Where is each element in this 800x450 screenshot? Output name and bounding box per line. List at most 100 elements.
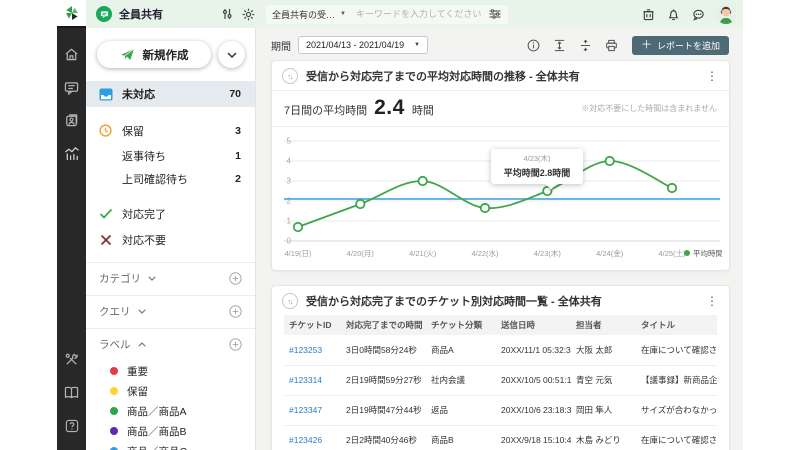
table-cell: 社内会議 [426, 365, 496, 395]
label-item[interactable]: 保留 [86, 381, 255, 401]
info-icon[interactable] [527, 38, 541, 52]
kebab-menu-icon[interactable]: ⋮ [705, 69, 719, 83]
pinwheel-logo-icon [64, 5, 80, 21]
new-ticket-controls: 新規作成 [86, 28, 255, 72]
ticket-id-link[interactable]: #123253 [284, 335, 341, 365]
svg-text:0: 0 [287, 237, 292, 246]
label-name: 重要 [127, 364, 148, 379]
kebab-menu-icon[interactable]: ⋮ [705, 294, 719, 308]
print-icon[interactable] [605, 38, 619, 52]
plus-icon: ＋ [641, 40, 652, 51]
search-input[interactable] [356, 9, 487, 19]
tooltip-date: 4/23(木) [495, 153, 579, 164]
app-window: 全員共有 全員共有の受… ▼ [57, 0, 743, 450]
label-item[interactable]: 商品／商品C [86, 441, 255, 450]
clock-icon [98, 124, 113, 137]
col-time-to-complete: 対応完了までの時間 [341, 315, 426, 335]
check-icon [98, 208, 113, 219]
summary-note: ※対応不要にした時間は含まれません [581, 103, 717, 114]
table-cell: 岡田 隼人 [571, 395, 636, 425]
status-label: 対応完了 [122, 206, 241, 222]
view-settings-icon[interactable] [219, 7, 234, 22]
tools-icon[interactable] [57, 343, 86, 376]
new-ticket-label: 新規作成 [143, 47, 189, 63]
ticket-table-wrap: チケットID 対応完了までの時間 チケット分類 送信日時 担当者 タイトル #1… [284, 315, 717, 450]
gear-icon[interactable] [241, 7, 256, 22]
chat-icon[interactable] [691, 7, 706, 22]
status-awaiting-approval[interactable]: 上司確認待ち 2 [86, 167, 255, 190]
status-label: 保留 [122, 123, 235, 139]
period-value: 2021/04/13 - 2021/04/19 [306, 40, 404, 50]
chevron-down-icon [138, 309, 146, 314]
chevron-down-icon: ▼ [414, 42, 420, 48]
trash-icon[interactable] [641, 7, 656, 22]
label-item[interactable]: 重要 [86, 361, 255, 381]
chart-tooltip: 4/23(木) 平均時間2.8時間 [491, 149, 583, 184]
spacing-icon[interactable] [579, 38, 593, 52]
avatar[interactable] [716, 4, 736, 24]
section-category[interactable]: カテゴリ [86, 263, 255, 293]
home-icon[interactable] [57, 38, 86, 71]
contacts-icon[interactable] [57, 104, 86, 137]
table-cell: 木島 みどり [571, 425, 636, 450]
svg-text:4/21(火): 4/21(火) [409, 249, 437, 258]
status-hold[interactable]: 保留 3 [86, 117, 255, 144]
table-row[interactable]: #1234262日2時間40分46秒商品B20XX/9/18 15:10:42木… [284, 425, 717, 450]
status-awaiting-reply[interactable]: 返事待ち 1 [86, 144, 255, 167]
paper-plane-icon [120, 48, 135, 61]
x-icon [98, 234, 113, 246]
period-select[interactable]: 2021/04/13 - 2021/04/19 ▼ [298, 36, 428, 54]
label-dot [110, 367, 118, 375]
label-item[interactable]: 商品／商品A [86, 401, 255, 421]
new-ticket-dropdown-button[interactable] [218, 41, 245, 68]
sort-icon[interactable]: ↑↓ [282, 293, 298, 309]
app-logo[interactable] [57, 0, 86, 28]
ticket-id-link[interactable]: #123314 [284, 365, 341, 395]
status-no-action[interactable]: 対応不要 [86, 227, 255, 253]
table-cell: 20XX/10/5 00:51:13 [496, 365, 571, 395]
new-ticket-button[interactable]: 新規作成 [97, 41, 211, 68]
label-item[interactable]: 商品／商品B [86, 421, 255, 441]
sort-icon[interactable]: ↑↓ [282, 68, 298, 84]
add-category-button[interactable] [229, 272, 242, 285]
search-box: 全員共有の受… ▼ [266, 5, 508, 24]
section-query[interactable]: クエリ [86, 296, 255, 326]
label-list: 重要 保留 商品／商品A 商品／商品B 商品／商品C 展示会 [86, 359, 255, 450]
add-report-button[interactable]: ＋ レポートを追加 [632, 36, 729, 55]
ticket-id-link[interactable]: #123347 [284, 395, 341, 425]
label-name: 商品／商品C [127, 444, 187, 450]
search-scope-value: 全員共有の受… [272, 8, 335, 21]
top-bar: 全員共有 全員共有の受… ▼ [86, 0, 743, 28]
status-completed[interactable]: 対応完了 [86, 200, 255, 227]
table-cell: 在庫について確認させて… [636, 335, 717, 365]
section-labels[interactable]: ラベル [86, 329, 255, 359]
messages-icon[interactable] [57, 71, 86, 104]
table-row[interactable]: #1232533日0時間58分24秒商品A20XX/11/1 05:32:34大… [284, 335, 717, 365]
svg-text:5: 5 [287, 137, 292, 146]
row-height-icon[interactable] [553, 38, 567, 52]
table-cell: 商品B [426, 425, 496, 450]
svg-text:4/20(月): 4/20(月) [347, 249, 375, 258]
average-time-chart-card: ↑↓ 受信から対応完了までの平均対応時間の推移 - 全体共有 ⋮ 7日間の平均時… [271, 60, 730, 271]
summary-prefix: 7日間の平均時間 [284, 102, 367, 118]
search-scope-dropdown[interactable]: 全員共有の受… ▼ [272, 8, 346, 21]
search-filter-icon[interactable] [487, 7, 502, 22]
help-icon[interactable] [57, 409, 86, 442]
table-cell: 【議事録】新商品企画会議… [636, 365, 717, 395]
status-untouched[interactable]: 未対応 70 [86, 81, 255, 107]
col-category: チケット分類 [426, 315, 496, 335]
bell-icon[interactable] [666, 7, 681, 22]
table-row[interactable]: #1233472日19時間47分44秒返品20XX/10/6 23:18:33岡… [284, 395, 717, 425]
ticket-id-link[interactable]: #123426 [284, 425, 341, 450]
analytics-icon[interactable] [57, 137, 86, 170]
table-cell: 2日19時間47分44秒 [341, 395, 426, 425]
table-header-row: チケットID 対応完了までの時間 チケット分類 送信日時 担当者 タイトル [284, 315, 717, 335]
svg-text:4/23(木): 4/23(木) [534, 248, 562, 258]
manual-icon[interactable] [57, 376, 86, 409]
add-query-button[interactable] [229, 305, 242, 318]
workspace-title: 全員共有 [119, 6, 163, 22]
inbox-icon [98, 88, 113, 101]
table-row[interactable]: #1233142日19時間59分27秒社内会議20XX/10/5 00:51:1… [284, 365, 717, 395]
table-cell: 商品A [426, 335, 496, 365]
add-label-button[interactable] [229, 338, 242, 351]
